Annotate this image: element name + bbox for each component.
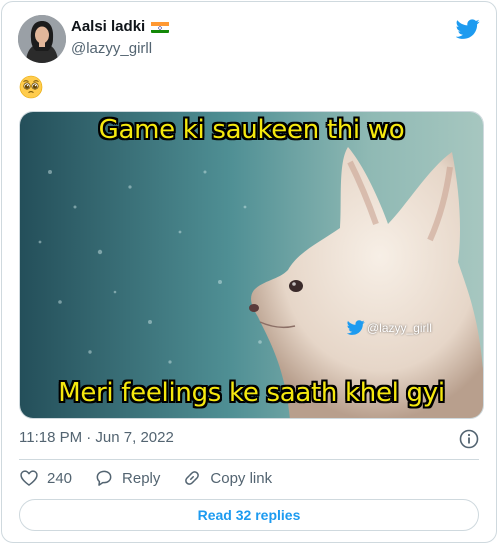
author-handle[interactable]: @lazyy_girll <box>71 40 152 57</box>
info-icon[interactable] <box>459 429 479 449</box>
meme-top-caption: Game ki saukeen thi wo <box>98 115 405 145</box>
tweet-media-image[interactable]: Game ki saukeen thi wo Meri feelings ke … <box>19 111 484 419</box>
avatar[interactable] <box>18 15 66 63</box>
copy-link-label: Copy link <box>210 469 273 487</box>
read-replies-button[interactable]: Read 32 replies <box>19 499 479 531</box>
tweet-actions: 240 Reply Copy link <box>19 468 294 488</box>
reply-bubble-icon <box>96 470 112 486</box>
link-icon <box>185 471 200 485</box>
copy-link-button[interactable]: Copy link <box>182 468 272 488</box>
twitter-bird-icon <box>347 320 365 335</box>
like-count: 240 <box>47 469 73 487</box>
author-name[interactable]: Aalsi ladki <box>71 18 145 35</box>
heart-icon <box>20 470 38 486</box>
author-name-row: Aalsi ladki <box>71 18 170 35</box>
tweet-timestamp[interactable]: 11:18 PM · Jun 7, 2022 <box>19 429 174 446</box>
reply-label: Reply <box>122 469 161 487</box>
reply-button[interactable]: Reply <box>94 468 160 488</box>
india-flag-icon <box>151 21 170 33</box>
media-watermark: @lazyy_girll <box>347 320 432 335</box>
divider <box>19 459 479 460</box>
meme-bottom-caption: Meri feelings ke saath khel gyi <box>58 378 445 408</box>
tweet-card: Aalsi ladki @lazyy_girll Game ki saukeen… <box>1 1 497 543</box>
watermark-text: @lazyy_girll <box>367 320 432 335</box>
pleading-face-icon <box>19 75 43 99</box>
like-button[interactable]: 240 <box>19 468 72 488</box>
twitter-logo-icon[interactable] <box>456 17 480 41</box>
